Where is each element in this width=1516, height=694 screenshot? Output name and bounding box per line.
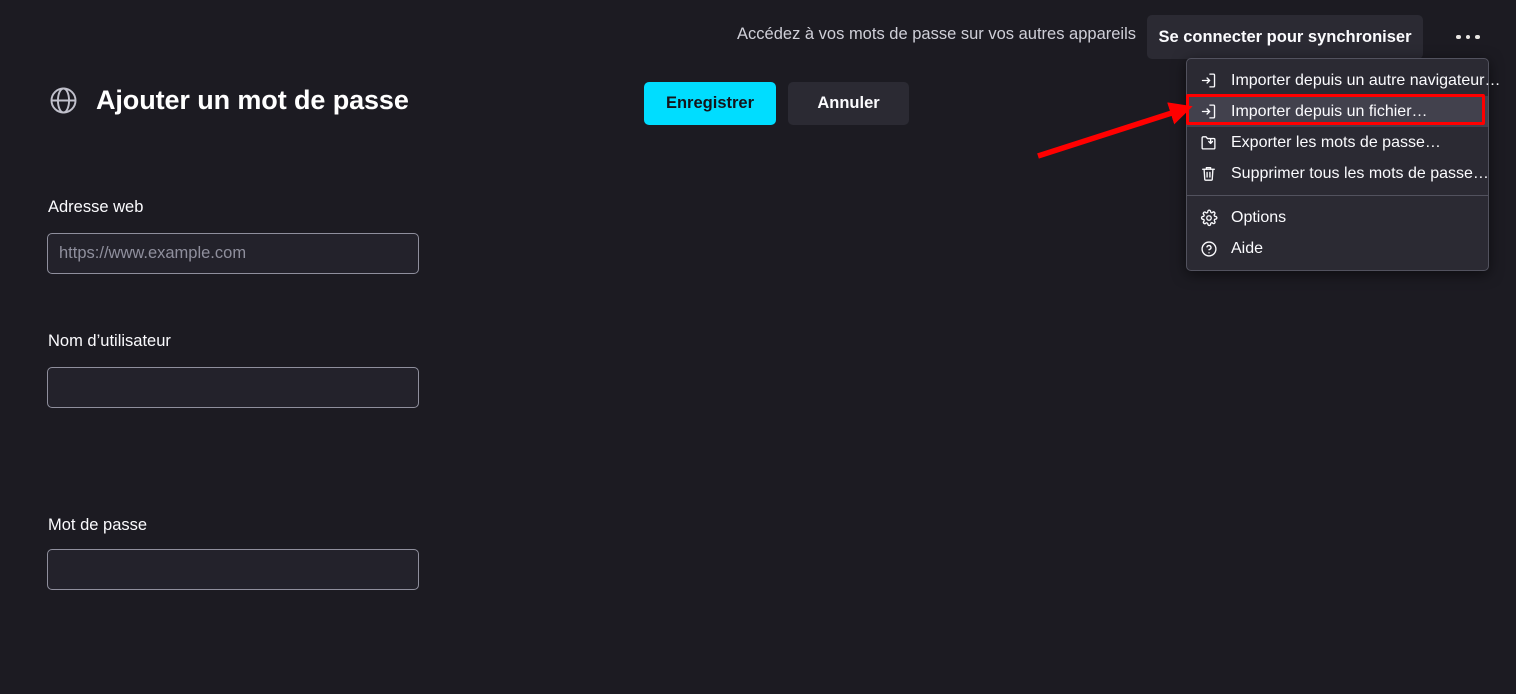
menu-item-options[interactable]: Options: [1187, 202, 1488, 233]
trash-icon: [1199, 164, 1218, 183]
label-password: Mot de passe: [48, 516, 148, 534]
password-input[interactable]: [47, 549, 419, 590]
menu-item-label: Supprimer tous les mots de passe…: [1231, 164, 1489, 182]
menu-item-import-from-file[interactable]: Importer depuis un fichier…: [1187, 96, 1488, 127]
menu-item-label: Aide: [1231, 239, 1264, 257]
page-title: Ajouter un mot de passe: [96, 85, 409, 115]
label-web-address: Adresse web: [48, 198, 144, 216]
menu-separator: [1187, 195, 1488, 196]
ellipsis-dot: [1475, 34, 1480, 40]
overflow-menu: Importer depuis un autre navigateur… Imp…: [1186, 58, 1500, 271]
export-folder-icon: [1199, 133, 1218, 152]
globe-icon: [48, 85, 79, 116]
menu-item-import-from-browser[interactable]: Importer depuis un autre navigateur…: [1187, 65, 1500, 96]
menu-item-label: Options: [1231, 208, 1287, 226]
ellipsis-dot: [1465, 34, 1471, 40]
save-button[interactable]: Enregistrer: [644, 82, 776, 125]
label-username: Nom d’utilisateur: [48, 332, 171, 350]
ellipsis-dot: [1456, 34, 1461, 40]
page-heading: Ajouter un mot de passe: [48, 85, 409, 116]
menu-item-help[interactable]: Aide: [1187, 233, 1488, 264]
web-address-input[interactable]: [47, 233, 419, 274]
menu-item-label: Exporter les mots de passe…: [1231, 133, 1441, 151]
menu-item-remove-all-passwords[interactable]: Supprimer tous les mots de passe…: [1187, 158, 1489, 189]
ellipsis-horizontal-icon[interactable]: [1447, 17, 1489, 57]
import-arrow-icon: [1199, 71, 1218, 90]
sync-hint-text: Accédez à vos mots de passe sur vos autr…: [737, 25, 1136, 43]
menu-item-label: Importer depuis un autre navigateur…: [1231, 71, 1501, 89]
username-input[interactable]: [47, 367, 419, 408]
import-arrow-icon: [1199, 102, 1218, 121]
menu-item-label: Importer depuis un fichier…: [1231, 102, 1428, 120]
cancel-button[interactable]: Annuler: [788, 82, 909, 125]
signin-to-sync-button[interactable]: Se connecter pour synchroniser: [1147, 15, 1423, 59]
gear-icon: [1199, 208, 1218, 227]
menu-item-export-passwords[interactable]: Exporter les mots de passe…: [1187, 127, 1488, 158]
question-circle-icon: [1199, 239, 1218, 258]
